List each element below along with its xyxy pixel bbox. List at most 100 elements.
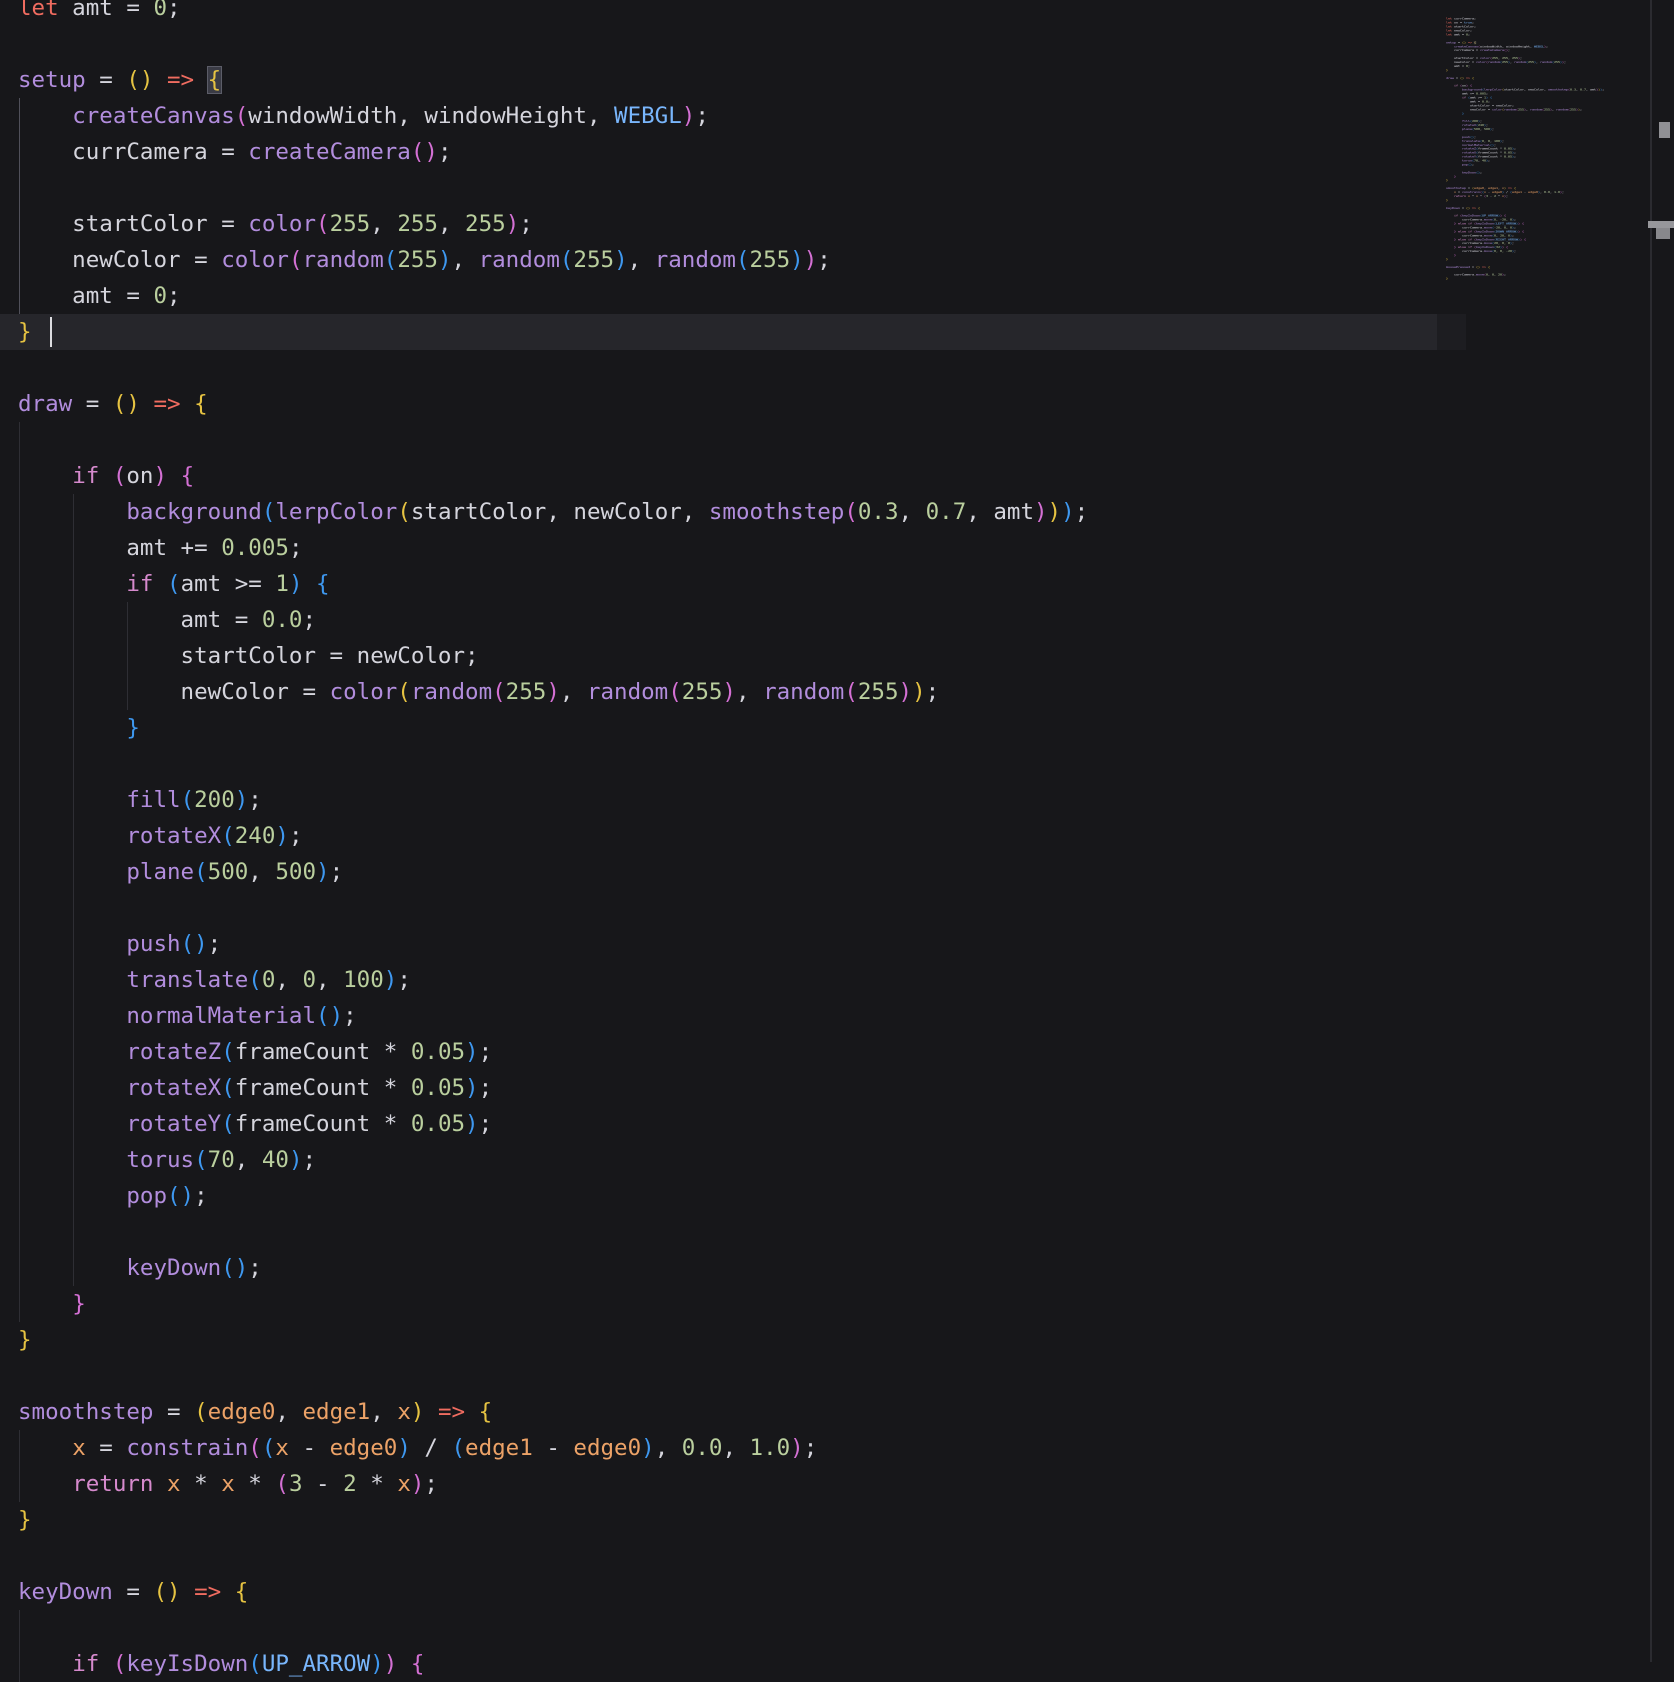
code-line[interactable]: x = constrain((x - edge0) / (edge1 - edg… xyxy=(18,1430,817,1466)
code-line[interactable]: amt = 0.0; xyxy=(18,602,316,638)
code-token: background xyxy=(126,499,261,525)
indent-guide xyxy=(19,1106,20,1142)
code-line[interactable]: startColor = newColor; xyxy=(18,638,479,674)
code-token: { xyxy=(1472,77,1474,80)
code-token: ) xyxy=(289,1147,303,1173)
minimap-line: newColor = color(random(255), random(255… xyxy=(1446,108,1604,112)
code-token: amt += xyxy=(18,535,221,561)
code-token: ) xyxy=(614,247,628,273)
code-line[interactable]: if (amt >= 1) { xyxy=(18,566,330,602)
code-token: random xyxy=(1488,61,1500,64)
code-token: = xyxy=(113,1579,154,1605)
code-line[interactable]: smoothstep = (edge0, edge1, x) => { xyxy=(18,1394,492,1430)
code-token: ; xyxy=(695,103,709,129)
code-token: random xyxy=(411,679,492,705)
code-token: } xyxy=(1462,112,1464,115)
code-token: ( xyxy=(194,1147,208,1173)
code-token: ; xyxy=(167,0,181,21)
code-token xyxy=(18,103,72,129)
code-token: { xyxy=(194,391,208,417)
code-line[interactable]: let amt = 0; xyxy=(18,0,181,26)
code-line[interactable]: currCamera = createCamera(); xyxy=(18,134,452,170)
code-token: () xyxy=(221,1255,248,1281)
code-token: ; xyxy=(479,1039,493,1065)
indent-guide xyxy=(73,818,74,854)
code-token: on xyxy=(126,463,153,489)
code-line[interactable]: plane(500, 500); xyxy=(18,854,343,890)
code-line[interactable]: pop(); xyxy=(18,1178,208,1214)
code-token: x xyxy=(167,1471,181,1497)
code-line[interactable]: push(); xyxy=(18,926,221,962)
indent-guide xyxy=(19,998,20,1034)
matched-bracket: { xyxy=(208,67,222,93)
indent-guide xyxy=(73,530,74,566)
indent-guide xyxy=(19,494,20,530)
code-line[interactable]: rotateY(frameCount * 0.05); xyxy=(18,1106,492,1142)
code-line[interactable]: newColor = color(random(255), random(255… xyxy=(18,674,939,710)
code-line[interactable]: rotateX(frameCount * 0.05); xyxy=(18,1070,492,1106)
code-token: lerpColor xyxy=(275,499,397,525)
editor-pane[interactable]: let amt = 0; setup = () => { createCanvas… xyxy=(0,0,1674,1662)
code-token: , xyxy=(722,1435,749,1461)
code-line[interactable]: startColor = color(255, 255, 255); xyxy=(18,206,533,242)
code-token: 0.005 xyxy=(221,535,289,561)
code-line[interactable]: } xyxy=(18,1502,32,1538)
code-token: edge0 xyxy=(573,1435,641,1461)
code-token: currCamera = xyxy=(18,139,248,165)
code-line[interactable]: amt = 0; xyxy=(18,278,181,314)
code-line[interactable]: } xyxy=(18,1286,86,1322)
code-token xyxy=(302,571,316,597)
scrollbar-overview-ruler[interactable] xyxy=(1652,0,1674,1662)
code-token: startColor = newColor; xyxy=(18,643,479,669)
code-line[interactable]: } xyxy=(18,1322,32,1358)
code-token: => xyxy=(153,391,180,417)
code-line[interactable]: rotateZ(frameCount * 0.05); xyxy=(18,1034,492,1070)
code-token: ; xyxy=(1508,49,1510,52)
code-token: color xyxy=(248,211,316,237)
code-line[interactable]: normalMaterial(); xyxy=(18,998,357,1034)
code-token: move xyxy=(1484,250,1492,253)
code-line[interactable]: draw = () => { xyxy=(18,386,208,422)
code-token: ( xyxy=(736,247,750,273)
minimap-line: } xyxy=(1446,277,1604,281)
code-token: ) xyxy=(235,787,249,813)
code-line[interactable]: if (on) { xyxy=(18,458,194,494)
code-token: let xyxy=(18,0,59,21)
code-line[interactable]: fill(200); xyxy=(18,782,262,818)
code-token: 0, 0, -20 xyxy=(1494,250,1512,253)
code-line[interactable]: } xyxy=(18,710,140,746)
code-line[interactable]: if (keyIsDown(UP_ARROW)) { xyxy=(18,1646,424,1682)
code-token xyxy=(1446,112,1462,115)
code-line[interactable]: torus(70, 40); xyxy=(18,1142,316,1178)
code-token: ( xyxy=(221,1039,235,1065)
code-line[interactable]: createCanvas(windowWidth, windowHeight, … xyxy=(18,98,709,134)
code-token: ; xyxy=(289,535,303,561)
indent-guide xyxy=(19,242,20,278)
code-line[interactable]: keyDown = () => { xyxy=(18,1574,248,1610)
code-token: 0 xyxy=(302,967,316,993)
code-line[interactable]: newColor = color(random(255), random(255… xyxy=(18,242,831,278)
code-token: ) xyxy=(804,247,818,273)
code-token: ( xyxy=(248,1435,262,1461)
code-line[interactable]: background(lerpColor(startColor, newColo… xyxy=(18,494,1088,530)
code-token: { xyxy=(316,571,330,597)
indent-guide xyxy=(19,1034,20,1070)
code-line[interactable]: } xyxy=(18,314,32,350)
code-token: ( xyxy=(560,247,574,273)
code-line[interactable]: rotateX(240); xyxy=(18,818,302,854)
code-token: edge0 xyxy=(330,1435,398,1461)
code-line[interactable]: return x * x * (3 - 2 * x); xyxy=(18,1466,438,1502)
code-token: ; xyxy=(1514,155,1516,158)
code-line[interactable]: setup = () => { xyxy=(18,62,221,98)
minimap[interactable]: let currCamera;let on = true;let startCo… xyxy=(1437,0,1650,1662)
code-line[interactable]: amt += 0.005; xyxy=(18,530,302,566)
code-token: rotateX xyxy=(126,823,221,849)
code-token: 100 xyxy=(343,967,384,993)
code-line[interactable]: keyDown(); xyxy=(18,1250,262,1286)
code-line[interactable]: translate(0, 0, 100); xyxy=(18,962,411,998)
code-token: ) xyxy=(370,1651,384,1677)
code-token: , xyxy=(452,247,479,273)
code-token: ; xyxy=(1564,61,1566,64)
code-token: ) xyxy=(411,1399,425,1425)
code-token: random xyxy=(763,679,844,705)
